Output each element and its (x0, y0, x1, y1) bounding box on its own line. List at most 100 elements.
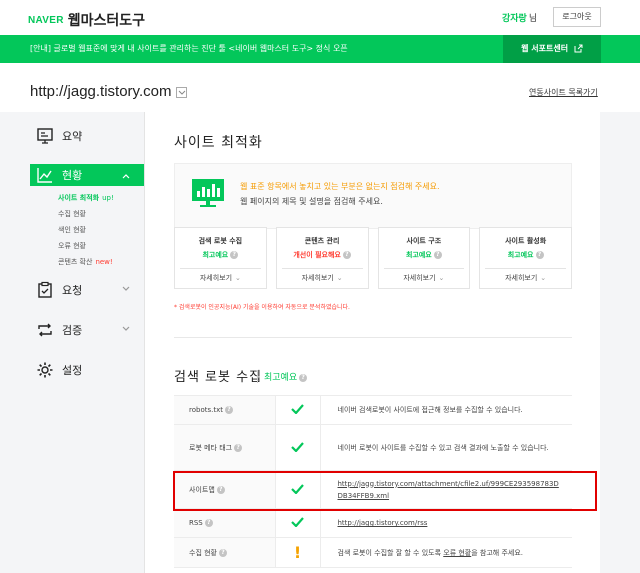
optimization-cards: 검색 로봇 수집 최고예요? 자세히보기 ⌄ 콘텐츠 관리 개선이 필요해요? 자… (174, 227, 572, 289)
up-badge: up! (102, 194, 114, 202)
row-label: RSS (189, 519, 203, 527)
site-url[interactable]: http://jagg.tistory.com (30, 83, 171, 100)
gear-icon (37, 362, 53, 378)
notice-bar: [안내] 글로벌 웹표준에 맞게 내 사이트를 관리하는 진단 툴 <네이버 웹… (0, 35, 640, 63)
row-label: robots.txt (189, 406, 223, 414)
error-status-link[interactable]: 오류 현황 (443, 549, 471, 557)
submenu-item-index-status[interactable]: 색인 현황 (58, 222, 144, 238)
page-title: 사이트 최적화 (174, 135, 263, 151)
warning-icon: ! (293, 543, 302, 562)
sidebar-item-settings[interactable]: 설정 (30, 356, 144, 384)
sidebar-item-request[interactable]: 요청 (30, 276, 144, 304)
row-label: 로봇 메타 태그 (189, 443, 233, 452)
row-label-cell: 로봇 메타 태그? (174, 424, 275, 471)
card-content: 콘텐츠 관리 개선이 필요해요? 자세히보기 ⌄ (275, 227, 369, 289)
site-list-link[interactable]: 연동사이트 목록가기 (529, 87, 598, 98)
support-center-button[interactable]: 웹 서포트센터 (503, 35, 601, 63)
chevron-down-icon (122, 286, 130, 291)
card-status-text: 최고예요 (202, 251, 229, 259)
row-text-before: 검색 로봇이 수집할 잘 할 수 있도록 (337, 548, 444, 557)
site-dropdown-button[interactable] (176, 87, 187, 98)
sidebar-item-verify[interactable]: 검증 (30, 316, 144, 344)
section-divider (174, 337, 572, 338)
chevron-down-icon (178, 90, 186, 95)
sidebar: 요약 현황 사이트 최적화 up! 수집 현황 색인 현황 오류 현황 콘텐츠 확… (30, 122, 144, 384)
submenu-label: 사이트 최적화 (58, 194, 100, 202)
status-submenu: 사이트 최적화 up! 수집 현황 색인 현황 오류 현황 콘텐츠 확산 new! (30, 190, 144, 270)
help-icon[interactable]: ? (219, 548, 227, 557)
card-detail-button[interactable]: 자세히보기 ⌄ (485, 268, 566, 288)
sidebar-item-status[interactable]: 현황 (30, 164, 144, 186)
card-status: 최고예요? (175, 250, 266, 260)
sidebar-item-label: 요약 (62, 130, 83, 143)
help-icon[interactable]: ? (433, 251, 442, 259)
status-cell (274, 508, 321, 538)
submenu-item-content-spread[interactable]: 콘텐츠 확산 new! (58, 254, 144, 270)
help-icon[interactable]: ? (230, 251, 239, 259)
card-status-text: 최고예요 (507, 251, 534, 259)
card-detail-label: 자세히보기 (403, 274, 436, 282)
card-status: 개선이 필요해요? (277, 250, 368, 260)
ai-analysis-footnote: * 검색로봇이 인공지능(AI) 기술을 이용하여 자동으로 분석하였습니다. (174, 304, 350, 311)
optimization-message-info: 웹 페이지의 제목 및 설명을 점검해 주세요. (240, 197, 383, 206)
optimization-message-warning: 웹 표준 항목에서 놓치고 있는 부분은 없는지 점검해 주세요. (240, 182, 440, 191)
crawl-section-status: 최고예요? (257, 370, 308, 383)
site-selector-bar: http://jagg.tistory.com 연동사이트 목록가기 (0, 63, 640, 112)
card-title: 사이트 구조 (406, 237, 442, 245)
help-icon[interactable]: ? (535, 251, 544, 259)
submenu-item-crawl-status[interactable]: 수집 현황 (58, 206, 144, 222)
row-text-after: 을 참고해 주세요. (471, 548, 524, 557)
sitemap-highlight-box (173, 471, 597, 511)
sidebar-item-summary[interactable]: 요약 (30, 122, 144, 150)
user-name-text: 강자랑 (502, 14, 527, 24)
chevron-down-icon: ⌄ (235, 274, 241, 282)
chevron-up-icon (122, 174, 130, 179)
row-label: 수집 현황 (189, 548, 217, 557)
table-row: 수집 현황? ! 검색 로봇이 수집할 잘 할 수 있도록 오류 현황을 참고해… (174, 537, 572, 568)
help-icon[interactable]: ? (299, 373, 308, 382)
card-status: 최고예요? (379, 250, 470, 260)
notice-text[interactable]: [안내] 글로벌 웹표준에 맞게 내 사이트를 관리하는 진단 툴 <네이버 웹… (30, 43, 348, 54)
card-detail-button[interactable]: 자세히보기 ⌄ (180, 268, 261, 288)
card-detail-button[interactable]: 자세히보기 ⌄ (383, 268, 465, 288)
card-structure: 사이트 구조 최고예요? 자세히보기 ⌄ (377, 227, 471, 289)
help-icon[interactable]: ? (234, 443, 243, 452)
row-label-cell: robots.txt? (174, 395, 275, 425)
row-description: 네이버 검색로봇이 사이트에 접근해 정보를 수집할 수 있습니다. (320, 395, 572, 425)
monitor-chart-icon (192, 179, 224, 207)
row-description: 네이버 로봇이 사이트를 수집할 수 있고 검색 결과에 노출할 수 있습니다. (320, 424, 572, 471)
table-row: RSS? http://jagg.tistory.com/rss (174, 508, 572, 538)
status-cell (274, 424, 321, 471)
card-status: 최고예요? (480, 250, 571, 260)
rss-link[interactable]: http://jagg.tistory.com/rss (338, 519, 428, 527)
card-detail-button[interactable]: 자세히보기 ⌄ (281, 268, 363, 288)
card-detail-label: 자세히보기 (505, 274, 538, 282)
new-badge: new! (95, 258, 113, 266)
support-center-label: 웹 서포트센터 (521, 44, 569, 53)
refresh-icon (38, 323, 52, 337)
user-name[interactable]: 강자랑 님 (502, 11, 537, 24)
chart-icon (37, 168, 52, 183)
card-activation: 사이트 활성화 최고예요? 자세히보기 ⌄ (479, 227, 572, 289)
card-crawl: 검색 로봇 수집 최고예요? 자세히보기 ⌄ (174, 227, 267, 289)
naver-brand: NAVER (28, 14, 64, 26)
help-icon[interactable]: ? (204, 519, 213, 527)
submenu-label: 색인 현황 (58, 226, 86, 234)
status-cell (274, 395, 321, 425)
check-icon (291, 404, 304, 415)
table-row: robots.txt? 네이버 검색로봇이 사이트에 접근해 정보를 수집할 수… (174, 395, 572, 425)
row-description: 검색 로봇이 수집할 잘 할 수 있도록 오류 현황을 참고해 주세요. (320, 537, 572, 568)
sidebar-item-label: 검증 (62, 324, 83, 337)
submenu-item-error-status[interactable]: 오류 현황 (58, 238, 144, 254)
row-label-cell: RSS? (174, 508, 275, 538)
card-title: 사이트 활성화 (505, 237, 547, 245)
help-icon[interactable]: ? (342, 251, 351, 259)
card-detail-label: 자세히보기 (199, 274, 233, 282)
submenu-item-site-optimization[interactable]: 사이트 최적화 up! (58, 190, 144, 206)
user-suffix: 님 (528, 14, 538, 24)
sidebar-item-label: 요청 (62, 284, 83, 297)
crawl-status-text: 최고예요 (264, 373, 298, 383)
naver-logo[interactable]: NAVER 웹마스터도구 (28, 10, 145, 30)
help-icon[interactable]: ? (224, 406, 233, 414)
logout-button[interactable]: 로그아웃 (553, 7, 601, 27)
